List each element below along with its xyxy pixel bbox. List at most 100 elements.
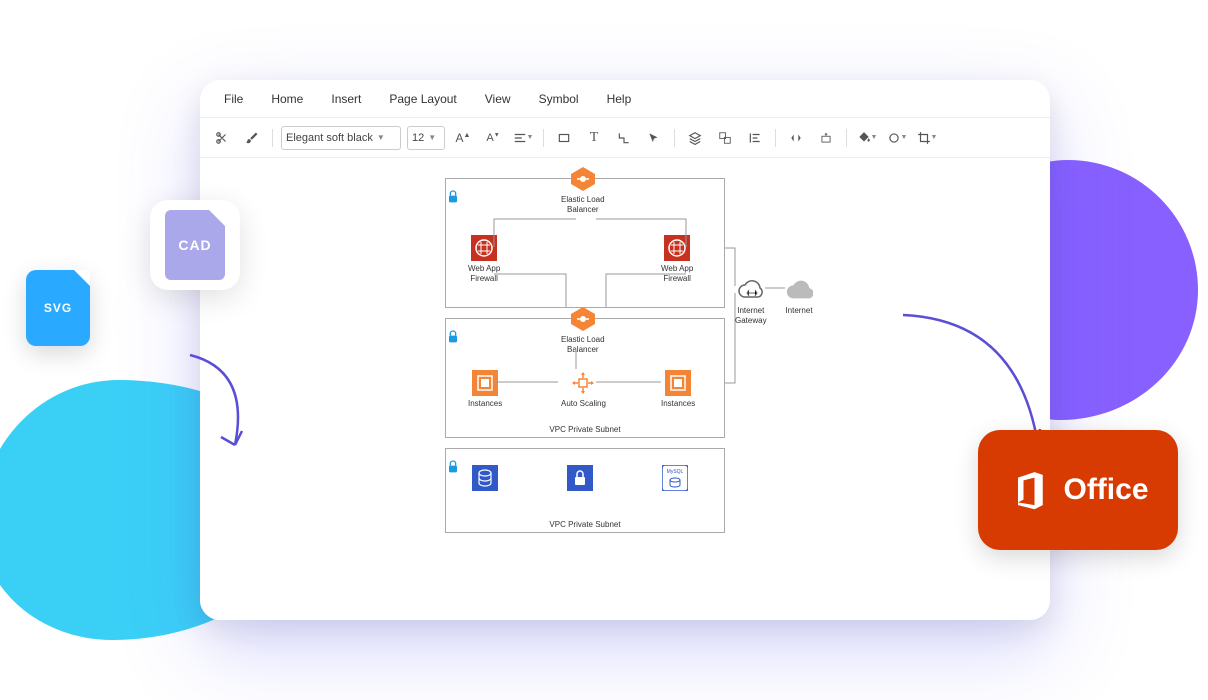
connector-icon — [617, 131, 631, 145]
internet-gateway-node[interactable]: Internet Gateway — [735, 276, 767, 325]
office-icon — [1007, 468, 1051, 512]
circle-icon — [887, 131, 901, 145]
node-label: Elastic Load Balancer — [561, 195, 605, 214]
align-icon — [513, 131, 527, 145]
shape-outline-button[interactable]: ▼ — [885, 126, 909, 150]
format-painter-button[interactable] — [240, 126, 264, 150]
font-size-dropdown[interactable]: 12▼ — [407, 126, 445, 150]
font-family-dropdown[interactable]: Elegant soft black▼ — [281, 126, 401, 150]
diagram-group-3[interactable]: MySQL VPC Private Subnet — [445, 448, 725, 533]
flip-button[interactable] — [784, 126, 808, 150]
waf-node-2[interactable]: Web App Firewall — [661, 234, 693, 283]
office-badge: Office — [978, 430, 1178, 550]
office-badge-label: Office — [1063, 473, 1148, 507]
text-icon: T — [590, 130, 599, 146]
menu-symbol[interactable]: Symbol — [527, 88, 591, 110]
group-label: VPC Private Subnet — [549, 425, 620, 434]
node-label: Instances — [468, 399, 502, 409]
mysql-icon: MySQL — [662, 465, 688, 491]
group-icon — [718, 131, 732, 145]
ec2-icon — [665, 370, 691, 396]
toolbar: Elegant soft black▼ 12▼ A▲ A▼ ▼ T ▼ ▼ ▼ — [200, 118, 1050, 158]
diagram: Elastic Load Balancer Web App Firewall W… — [435, 178, 815, 558]
pointer-tool[interactable] — [642, 126, 666, 150]
brush-icon — [245, 131, 259, 145]
decrease-font-button[interactable]: A▼ — [481, 126, 505, 150]
cut-button[interactable] — [210, 126, 234, 150]
align-objects-button[interactable] — [743, 126, 767, 150]
node-label: Elastic Load Balancer — [561, 335, 605, 354]
db-lock-icon — [567, 465, 593, 491]
db-node-2[interactable] — [566, 464, 594, 492]
crop-icon — [917, 131, 931, 145]
elb-node-2[interactable]: Elastic Load Balancer — [561, 305, 605, 354]
menu-insert[interactable]: Insert — [319, 88, 373, 110]
layers-icon — [688, 131, 702, 145]
rds-icon — [472, 465, 498, 491]
increase-font-button[interactable]: A▲ — [451, 126, 475, 150]
mysql-node[interactable]: MySQL — [661, 464, 689, 492]
pointer-icon — [647, 131, 661, 145]
font-increase-icon: A▲ — [456, 131, 471, 145]
toolbar-separator — [846, 129, 847, 147]
align-button[interactable]: ▼ — [511, 126, 535, 150]
elb-node-1[interactable]: Elastic Load Balancer — [561, 165, 605, 214]
group-label: VPC Private Subnet — [549, 520, 620, 529]
node-label: Internet — [785, 306, 812, 316]
toolbar-separator — [775, 129, 776, 147]
waf-icon — [664, 235, 690, 261]
svg-badge-label: SVG — [44, 301, 72, 315]
font-size-value: 12 — [412, 132, 424, 144]
autoscaling-node[interactable]: Auto Scaling — [561, 369, 606, 409]
font-decrease-icon: A▼ — [486, 132, 499, 144]
cloud-icon — [785, 279, 813, 301]
group-button[interactable] — [713, 126, 737, 150]
menu-view[interactable]: View — [473, 88, 523, 110]
node-label: Web App Firewall — [661, 264, 693, 283]
arrow-in-icon — [180, 350, 300, 460]
elb-icon — [569, 305, 597, 333]
rotate-icon — [819, 131, 833, 145]
node-label: Auto Scaling — [561, 399, 606, 409]
toolbar-separator — [543, 129, 544, 147]
cloud-gateway-icon — [737, 279, 765, 301]
menu-page-layout[interactable]: Page Layout — [377, 88, 468, 110]
menu-home[interactable]: Home — [259, 88, 315, 110]
toolbar-separator — [272, 129, 273, 147]
connector-tool[interactable] — [612, 126, 636, 150]
crop-button[interactable]: ▼ — [915, 126, 939, 150]
internet-node[interactable]: Internet — [785, 276, 813, 316]
instances-node-2[interactable]: Instances — [661, 369, 695, 409]
diagram-group-2[interactable]: Elastic Load Balancer Instances Auto Sca… — [445, 318, 725, 438]
svg-text:MySQL: MySQL — [667, 469, 684, 475]
db-node-1[interactable] — [471, 464, 499, 492]
waf-icon — [471, 235, 497, 261]
menu-help[interactable]: Help — [595, 88, 644, 110]
diagram-group-1[interactable]: Elastic Load Balancer Web App Firewall W… — [445, 178, 725, 308]
svg-file-badge: SVG — [26, 270, 90, 346]
lock-icon — [445, 329, 461, 345]
font-family-value: Elegant soft black — [286, 132, 373, 144]
cad-file-badge: CAD — [150, 200, 240, 290]
text-tool[interactable]: T — [582, 126, 606, 150]
scissors-icon — [215, 131, 229, 145]
node-label: Internet Gateway — [735, 306, 767, 325]
menubar: File Home Insert Page Layout View Symbol… — [200, 80, 1050, 118]
cad-badge-label: CAD — [178, 237, 211, 253]
fill-icon — [857, 131, 871, 145]
fill-color-button[interactable]: ▼ — [855, 126, 879, 150]
menu-file[interactable]: File — [212, 88, 255, 110]
lock-icon — [445, 459, 461, 475]
flip-icon — [789, 131, 803, 145]
layers-button[interactable] — [683, 126, 707, 150]
rectangle-icon — [557, 131, 571, 145]
toolbar-separator — [674, 129, 675, 147]
autoscaling-icon — [570, 370, 596, 396]
rotate-button[interactable] — [814, 126, 838, 150]
node-label: Instances — [661, 399, 695, 409]
elb-icon — [569, 165, 597, 193]
waf-node-1[interactable]: Web App Firewall — [468, 234, 500, 283]
instances-node-1[interactable]: Instances — [468, 369, 502, 409]
ec2-icon — [472, 370, 498, 396]
rectangle-tool[interactable] — [552, 126, 576, 150]
